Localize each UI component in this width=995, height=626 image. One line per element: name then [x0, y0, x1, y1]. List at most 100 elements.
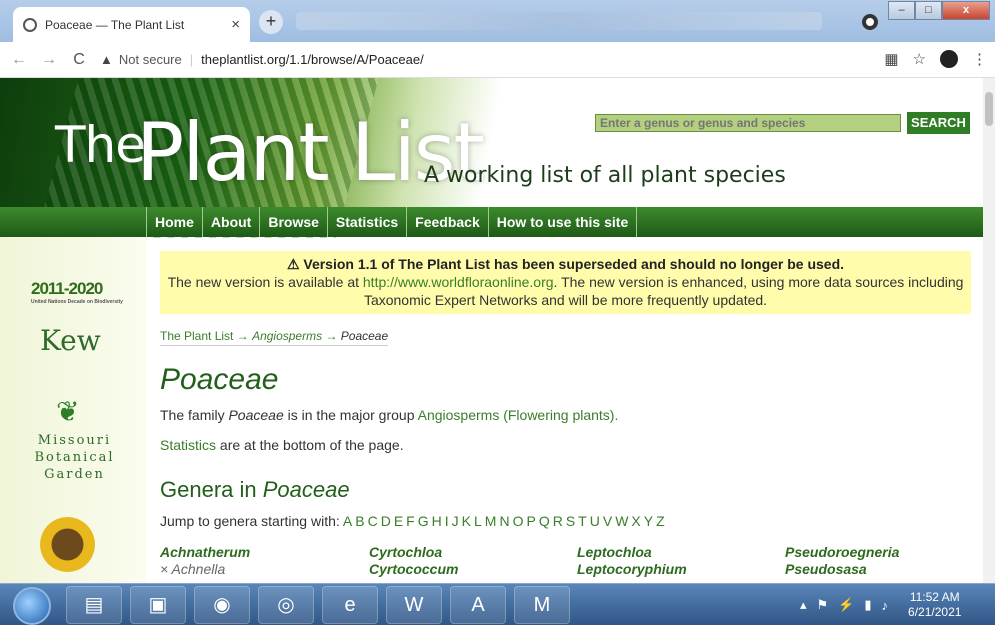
genus-link[interactable]: Leptochloa	[577, 544, 785, 561]
new-tab-button[interactable]: +	[259, 10, 283, 34]
system-clock[interactable]: 11:52 AM 6/21/2021	[908, 590, 961, 620]
desc-pre: The family	[160, 407, 229, 423]
menu-kebab-icon[interactable]: ⋮	[972, 50, 987, 68]
mobot-leaf-icon[interactable]: ❦	[56, 395, 79, 428]
nav-statistics[interactable]: Statistics	[326, 207, 406, 237]
letter-link[interactable]: V	[603, 513, 612, 529]
chrome-icon[interactable]: ◎	[258, 586, 314, 624]
genus-link[interactable]: Pseudoroegneria	[785, 544, 975, 561]
clock-time: 11:52 AM	[909, 590, 960, 604]
letter-link[interactable]: L	[474, 513, 482, 529]
qr-code-icon[interactable]: ▦	[884, 50, 898, 68]
nav-feedback[interactable]: Feedback	[406, 207, 488, 237]
logo-the[interactable]: The	[55, 116, 146, 174]
statistics-note-text: are at the bottom of the page.	[216, 437, 404, 453]
record-icon[interactable]	[862, 14, 878, 30]
window-controls: – □ x	[888, 1, 990, 20]
letter-link[interactable]: P	[526, 513, 535, 529]
maximize-button[interactable]: □	[915, 1, 942, 20]
mendeley-icon[interactable]: M	[514, 586, 570, 624]
back-arrow-icon[interactable]: ←	[8, 51, 30, 69]
flag-icon[interactable]: ⚑	[817, 597, 829, 613]
letter-link[interactable]: N	[499, 513, 509, 529]
genus-link[interactable]: Pseudosasa	[785, 561, 975, 578]
statistics-link[interactable]: Statistics	[160, 437, 216, 453]
acrobat-icon[interactable]: A	[450, 586, 506, 624]
biodiversity-logo-text: 2011-2020	[31, 279, 103, 298]
genus-link[interactable]: Leptocoryphium	[577, 561, 785, 578]
letter-link[interactable]: U	[590, 513, 600, 529]
power-icon[interactable]: ⚡	[838, 597, 854, 613]
globe-icon	[23, 17, 37, 32]
desc-mid: is in the major group	[283, 407, 418, 423]
nav-home[interactable]: Home	[146, 207, 202, 237]
letter-link[interactable]: F	[406, 513, 415, 529]
word-icon[interactable]: W	[386, 586, 442, 624]
letter-link[interactable]: Y	[644, 513, 653, 529]
tray-expand-icon[interactable]: ▴	[800, 597, 807, 613]
letter-link[interactable]: K	[462, 513, 471, 529]
breadcrumb-root[interactable]: The Plant List	[160, 329, 233, 343]
forward-arrow-icon[interactable]: →	[38, 51, 60, 69]
start-button[interactable]	[13, 587, 51, 625]
security-label: Not secure	[118, 52, 182, 67]
desc-family: Poaceae	[228, 407, 284, 423]
letter-link[interactable]: W	[615, 513, 628, 529]
genus-link[interactable]: Cyrtococcum	[369, 561, 577, 578]
genera-heading-family: Poaceae	[262, 477, 350, 502]
nav-browse[interactable]: Browse	[259, 207, 327, 237]
biodiversity-logo-caption: United Nations Decade on Biodiversity	[31, 299, 123, 305]
notice-heading: ⚠ Version 1.1 of The Plant List has been…	[286, 256, 845, 272]
kew-logo[interactable]: Kew	[40, 324, 101, 357]
letter-link[interactable]: M	[485, 513, 497, 529]
nav-about[interactable]: About	[201, 207, 259, 237]
search-button[interactable]: SEARCH	[907, 112, 970, 134]
internet-explorer-icon[interactable]: e	[322, 586, 378, 624]
network-icon[interactable]: ▮	[864, 597, 871, 613]
letter-link[interactable]: Z	[656, 513, 665, 529]
letter-link[interactable]: D	[381, 513, 391, 529]
tab-close-icon[interactable]: ×	[231, 16, 240, 33]
angiosperms-link[interactable]: Angiosperms	[418, 407, 500, 423]
breadcrumb-group[interactable]: Angiosperms	[252, 329, 322, 343]
letter-link[interactable]: B	[355, 513, 364, 529]
letter-link[interactable]: J	[452, 513, 459, 529]
volume-icon[interactable]: ♪	[882, 598, 889, 613]
genus-link[interactable]: Achnatherum	[160, 544, 369, 561]
mobot-logo[interactable]: Missouri Botanical Garden	[3, 432, 146, 483]
bookmark-star-icon[interactable]: ☆	[913, 50, 926, 68]
url-text[interactable]: theplantlist.org/1.1/browse/A/Poaceae/	[201, 52, 424, 67]
biodiversity-decade-logo[interactable]: 2011-2020 United Nations Decade on Biodi…	[31, 279, 126, 305]
scrollbar-thumb[interactable]	[985, 92, 993, 126]
letter-link[interactable]: X	[631, 513, 640, 529]
letter-link[interactable]: T	[578, 513, 587, 529]
genus-synonym-link[interactable]: × Achnella	[160, 561, 369, 578]
firefox-icon[interactable]: ◉	[194, 586, 250, 624]
letter-link[interactable]: Q	[539, 513, 550, 529]
mobot-line-2: Botanical	[34, 450, 115, 465]
letter-link[interactable]: I	[445, 513, 449, 529]
file-explorer-icon[interactable]: ▤	[66, 586, 122, 624]
browser-tab-active[interactable]: Poaceae — The Plant List ×	[13, 7, 250, 42]
media-player-icon[interactable]: ▣	[130, 586, 186, 624]
letter-link[interactable]: C	[368, 513, 378, 529]
taskbar-apps: ▤ ▣ ◉ ◎ e W A M	[66, 586, 570, 624]
search-input[interactable]	[595, 114, 901, 132]
page-scrollbar[interactable]	[983, 78, 995, 583]
letter-link[interactable]: G	[418, 513, 429, 529]
profile-avatar-icon[interactable]	[940, 50, 958, 68]
nav-how-to-use[interactable]: How to use this site	[487, 207, 638, 237]
letter-link[interactable]: R	[553, 513, 563, 529]
minimize-button[interactable]: –	[888, 1, 915, 20]
reload-icon[interactable]: C	[68, 51, 90, 69]
letter-link[interactable]: O	[513, 513, 524, 529]
letter-link[interactable]: A	[343, 513, 352, 529]
letter-link[interactable]: H	[432, 513, 442, 529]
letter-link[interactable]: S	[566, 513, 575, 529]
warning-icon: ▲	[100, 52, 113, 67]
address-bar[interactable]: ▲ Not secure | theplantlist.org/1.1/brow…	[100, 52, 424, 67]
close-window-button[interactable]: x	[942, 1, 990, 20]
letter-link[interactable]: E	[394, 513, 403, 529]
worldflora-link[interactable]: http://www.worldfloraonline.org	[363, 274, 554, 290]
genus-link[interactable]: Cyrtochloa	[369, 544, 577, 561]
